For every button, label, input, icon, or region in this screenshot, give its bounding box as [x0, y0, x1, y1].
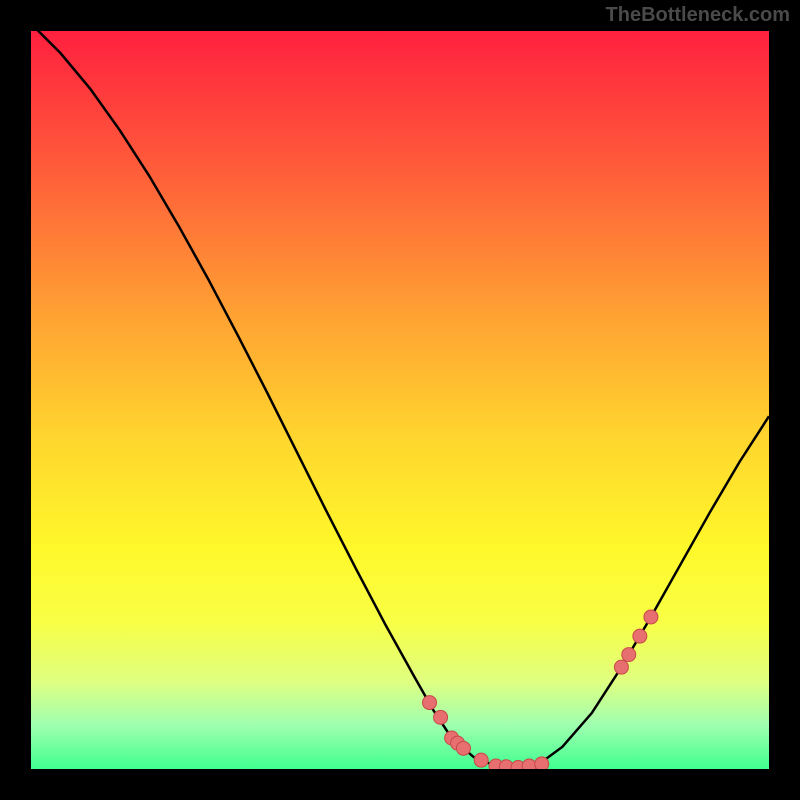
plot-area	[31, 31, 769, 769]
chart-svg	[31, 31, 769, 769]
data-markers	[423, 610, 658, 769]
chart-container: TheBottleneck.com	[0, 0, 800, 800]
watermark-text: TheBottleneck.com	[606, 4, 790, 27]
curve-line	[31, 31, 769, 768]
